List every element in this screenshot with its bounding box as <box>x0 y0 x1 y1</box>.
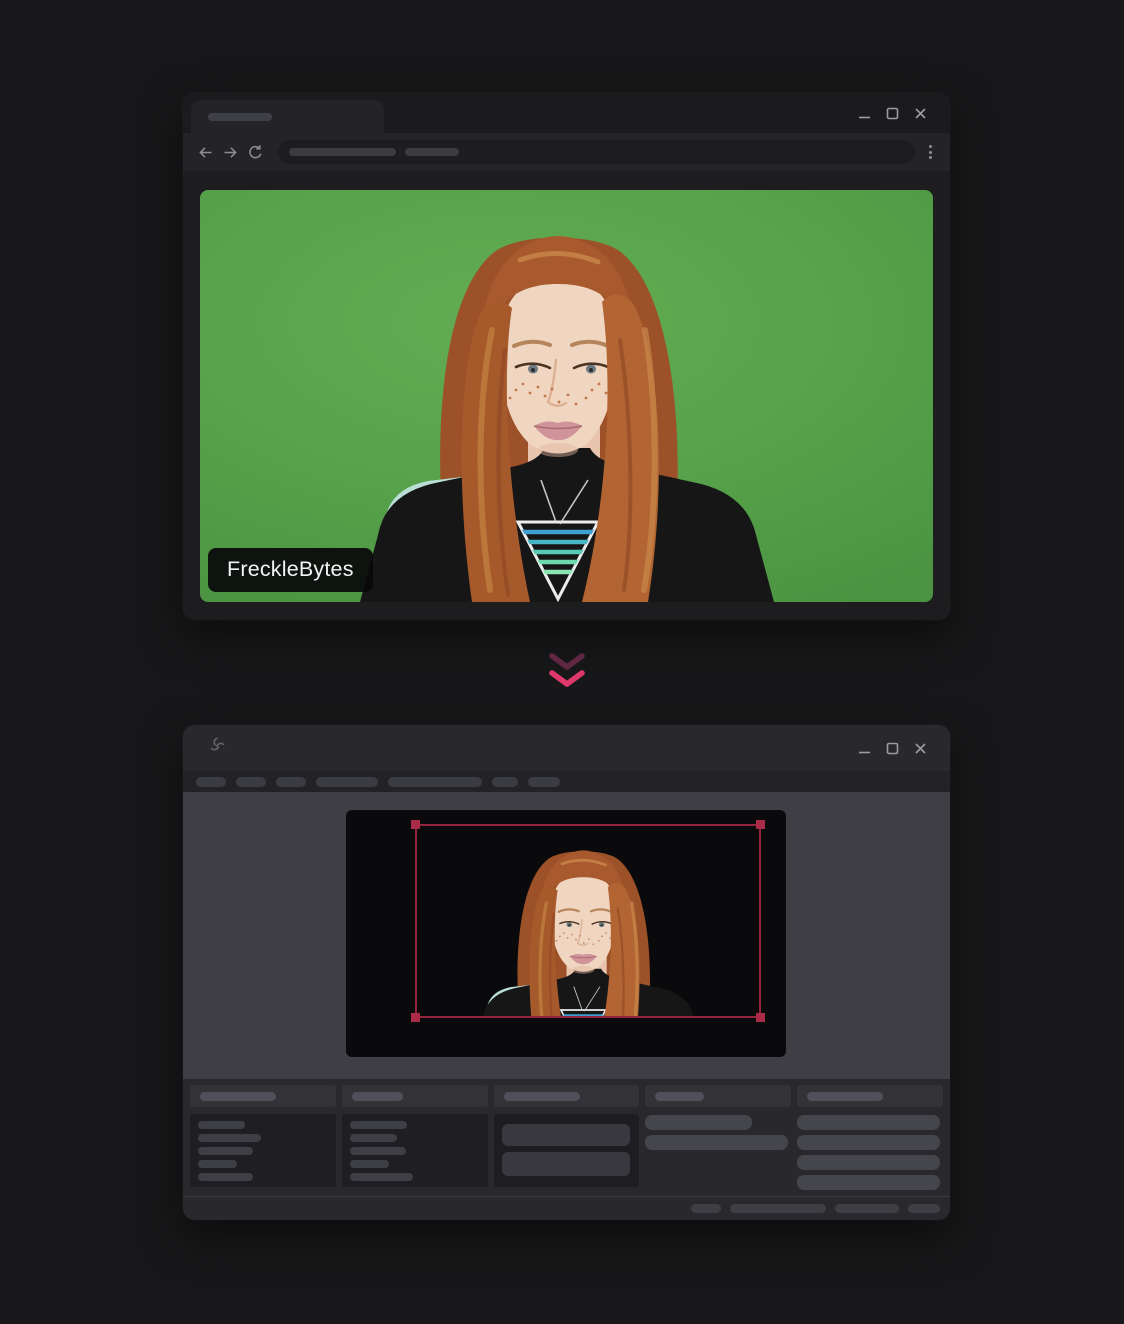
menu-item-placeholder[interactable] <box>492 777 518 787</box>
minimize-button[interactable] <box>858 107 871 120</box>
reload-icon <box>247 144 264 161</box>
panel-title-placeholder <box>655 1092 704 1101</box>
menu-item-placeholder[interactable] <box>528 777 560 787</box>
button-placeholder[interactable] <box>797 1175 940 1190</box>
list-item-placeholder[interactable] <box>198 1147 253 1155</box>
url-placeholder <box>289 148 396 156</box>
mixer-meter-placeholder[interactable] <box>502 1152 630 1176</box>
stream-label: FreckleBytes <box>208 548 373 592</box>
forward-arrow-icon <box>222 144 239 161</box>
list-item-placeholder[interactable] <box>198 1173 253 1181</box>
panel-list <box>342 1114 488 1187</box>
menu-item-placeholder[interactable] <box>316 777 378 787</box>
panel-buttons <box>645 1115 791 1150</box>
panel-header <box>190 1085 336 1107</box>
panel-header <box>645 1085 791 1107</box>
close-button[interactable] <box>914 107 927 120</box>
back-button[interactable] <box>197 144 214 161</box>
panel-mixer <box>494 1085 640 1190</box>
preview-canvas-area[interactable] <box>183 792 950 1079</box>
mixer-meter-placeholder[interactable] <box>502 1124 630 1146</box>
minimize-button[interactable] <box>858 742 871 755</box>
maximize-button[interactable] <box>886 107 899 120</box>
list-item-placeholder[interactable] <box>350 1160 389 1168</box>
button-placeholder[interactable] <box>645 1135 788 1150</box>
swirl-logo-icon <box>208 736 227 760</box>
panel-header <box>342 1085 488 1107</box>
status-bar <box>183 1196 950 1220</box>
panel-title-placeholder <box>807 1092 883 1101</box>
address-bar[interactable] <box>278 140 915 164</box>
status-placeholder <box>691 1204 721 1213</box>
browser-navbar <box>183 133 950 171</box>
panel-buttons <box>797 1115 943 1190</box>
button-placeholder[interactable] <box>645 1115 752 1130</box>
browser-content: FreckleBytes <box>183 171 950 620</box>
selection-handle-bottom-left[interactable] <box>411 1013 420 1022</box>
panel-header <box>494 1085 640 1107</box>
keyed-video-content <box>417 826 759 1016</box>
mixer-body <box>494 1114 640 1187</box>
tab-title-placeholder <box>208 113 272 121</box>
button-placeholder[interactable] <box>797 1135 940 1150</box>
panel-title-placeholder <box>504 1092 580 1101</box>
maximize-button[interactable] <box>886 742 899 755</box>
menu-item-placeholder[interactable] <box>196 777 226 787</box>
button-placeholder[interactable] <box>797 1115 940 1130</box>
kebab-menu-icon <box>929 145 932 148</box>
selection-handle-bottom-right[interactable] <box>756 1013 765 1022</box>
menu-item-placeholder[interactable] <box>236 777 266 787</box>
selection-handle-top-left[interactable] <box>411 820 420 829</box>
selection-handle-top-right[interactable] <box>756 820 765 829</box>
list-item-placeholder[interactable] <box>350 1121 407 1129</box>
menu-item-placeholder[interactable] <box>388 777 482 787</box>
keyed-person <box>417 826 759 1016</box>
list-item-placeholder[interactable] <box>350 1147 406 1155</box>
back-arrow-icon <box>197 144 214 161</box>
menu-item-placeholder[interactable] <box>276 777 306 787</box>
list-item-placeholder[interactable] <box>198 1160 237 1168</box>
panel-title-placeholder <box>200 1092 276 1101</box>
button-placeholder[interactable] <box>797 1155 940 1170</box>
close-button[interactable] <box>914 742 927 755</box>
source-selection-box[interactable] <box>415 824 761 1018</box>
browser-window-controls <box>858 93 927 133</box>
editor-window <box>183 725 950 1220</box>
panel-scenes <box>190 1085 336 1190</box>
menu-bar <box>183 771 950 792</box>
panel-title-placeholder <box>352 1092 403 1101</box>
browser-tab[interactable] <box>191 100 384 133</box>
reload-button[interactable] <box>247 144 264 161</box>
forward-button[interactable] <box>222 144 239 161</box>
dock-panels <box>183 1079 950 1190</box>
panel-controls <box>797 1085 943 1190</box>
video-preview[interactable] <box>346 810 786 1057</box>
panel-sources <box>342 1085 488 1190</box>
list-item-placeholder[interactable] <box>198 1134 261 1142</box>
status-placeholder <box>908 1204 940 1213</box>
panel-header <box>797 1085 943 1107</box>
list-item-placeholder[interactable] <box>198 1121 245 1129</box>
browser-window: FreckleBytes <box>183 93 950 620</box>
browser-menu-button[interactable] <box>923 144 937 161</box>
webcam-video: FreckleBytes <box>200 190 933 602</box>
page-background: FreckleBytes <box>0 0 1124 1324</box>
url-placeholder <box>405 148 459 156</box>
list-item-placeholder[interactable] <box>350 1173 413 1181</box>
list-item-placeholder[interactable] <box>350 1134 397 1142</box>
editor-window-controls <box>858 742 927 755</box>
browser-tab-strip <box>183 93 950 133</box>
panel-transitions <box>645 1085 791 1190</box>
panel-list <box>190 1114 336 1187</box>
status-placeholder <box>730 1204 826 1213</box>
webcam-person-greenscreen <box>200 190 933 602</box>
status-placeholder <box>835 1204 899 1213</box>
double-chevron-down-icon <box>548 651 586 691</box>
editor-title-bar <box>183 725 950 771</box>
